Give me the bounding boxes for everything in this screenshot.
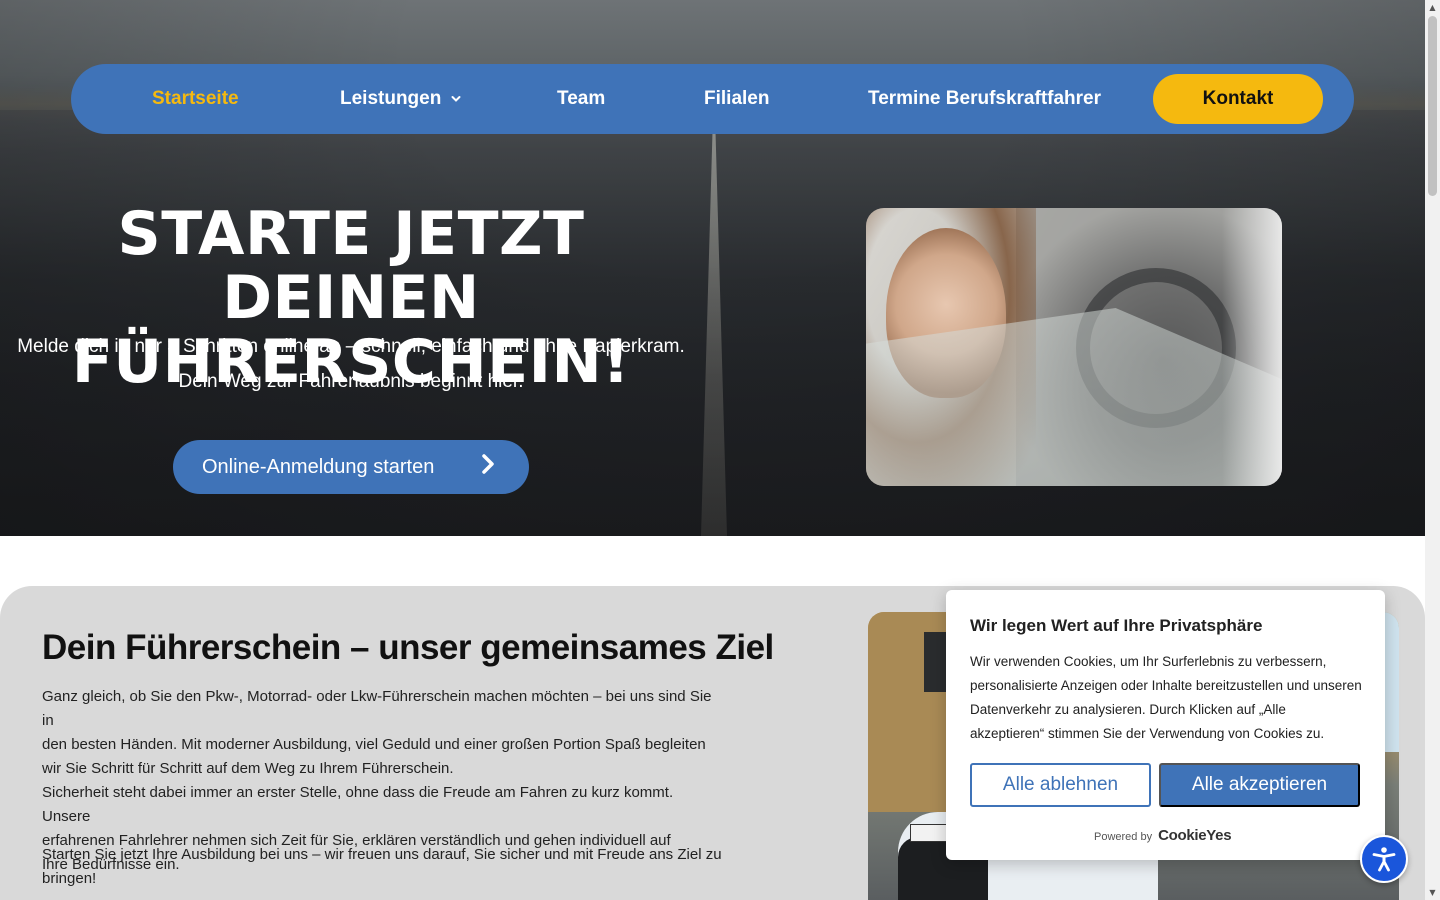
hero-subtitle-1: Melde dich in nur 3 Schritten online an … [17, 336, 685, 357]
hero-title: STARTE JETZT DEINEN FÜHRERSCHEIN! [0, 202, 702, 394]
nav-item-team[interactable]: Team [557, 64, 605, 134]
intro-p1-line: den besten Händen. Mit moderner Ausbildu… [42, 736, 706, 753]
accept-all-button[interactable]: Alle akzeptieren [1159, 763, 1360, 807]
hero-subtitle-2: Dein Weg zur Fahrerlaubnis beginnt hier. [178, 371, 524, 392]
cookie-text: Wir verwenden Cookies, um Ihr Surferlebn… [970, 654, 1362, 741]
intro-paragraph-2: Starten Sie jetzt Ihre Ausbildung bei un… [42, 843, 722, 891]
nav-item-leistungen[interactable]: Leistungen [340, 64, 461, 134]
hero-driver-photo [866, 208, 1282, 486]
powered-by-label: Powered by [1094, 831, 1153, 843]
intro-p1-line: Ganz gleich, ob Sie den Pkw-, Motorrad- … [42, 688, 712, 729]
online-registration-button[interactable]: Online-Anmeldung starten [173, 440, 529, 494]
powered-by-cookieyes-link[interactable]: Powered by CookieYes [1094, 827, 1232, 844]
nav-item-filialen[interactable]: Filialen [704, 64, 769, 134]
cookieyes-logo: CookieYes [1158, 827, 1232, 844]
page-scrollbar[interactable]: ▲ ▼ [1425, 0, 1440, 900]
nav-item-label: Filialen [704, 88, 770, 109]
photo-door-frame [1222, 208, 1282, 486]
reject-all-button[interactable]: Alle ablehnen [970, 763, 1151, 807]
nav-item-termine-berufskraftfahrer[interactable]: Termine Berufskraftfahrer [868, 64, 1101, 134]
intro-title: Dein Führerschein – unser gemeinsames Zi… [42, 628, 774, 667]
online-registration-label: Online-Anmeldung starten [202, 455, 435, 478]
chevron-down-icon [451, 92, 461, 106]
intro-p1-line: Sicherheit steht dabei immer an erster S… [42, 784, 674, 825]
nav-item-label: Startseite [152, 88, 239, 109]
nav-item-label: Leistungen [340, 88, 442, 109]
intro-p2-line: Starten Sie jetzt Ihre Ausbildung bei un… [42, 846, 722, 863]
accessibility-button[interactable] [1360, 835, 1408, 883]
kontakt-button[interactable]: Kontakt [1153, 74, 1323, 124]
nav-item-label: Team [557, 88, 606, 109]
intro-p2-line: bringen! [42, 870, 97, 887]
scroll-down-arrow-icon[interactable]: ▼ [1425, 885, 1440, 900]
chevron-right-icon [481, 453, 495, 481]
photo-window [924, 632, 946, 692]
intro-p1-line: wir Sie Schritt für Schritt auf dem Weg … [42, 760, 454, 777]
scrollbar-thumb[interactable] [1428, 16, 1437, 196]
hero-title-line1: STARTE JETZT DEINEN [117, 199, 585, 333]
nav-item-label: Termine Berufskraftfahrer [868, 88, 1102, 109]
cookie-title: Wir legen Wert auf Ihre Privatsphäre [970, 616, 1263, 635]
nav-item-startseite[interactable]: Startseite [152, 64, 239, 134]
cookie-consent-banner: Wir legen Wert auf Ihre Privatsphäre Wir… [946, 590, 1385, 860]
scroll-up-arrow-icon[interactable]: ▲ [1425, 0, 1440, 15]
main-navigation: Startseite Leistungen Team Filialen Term… [71, 64, 1354, 134]
